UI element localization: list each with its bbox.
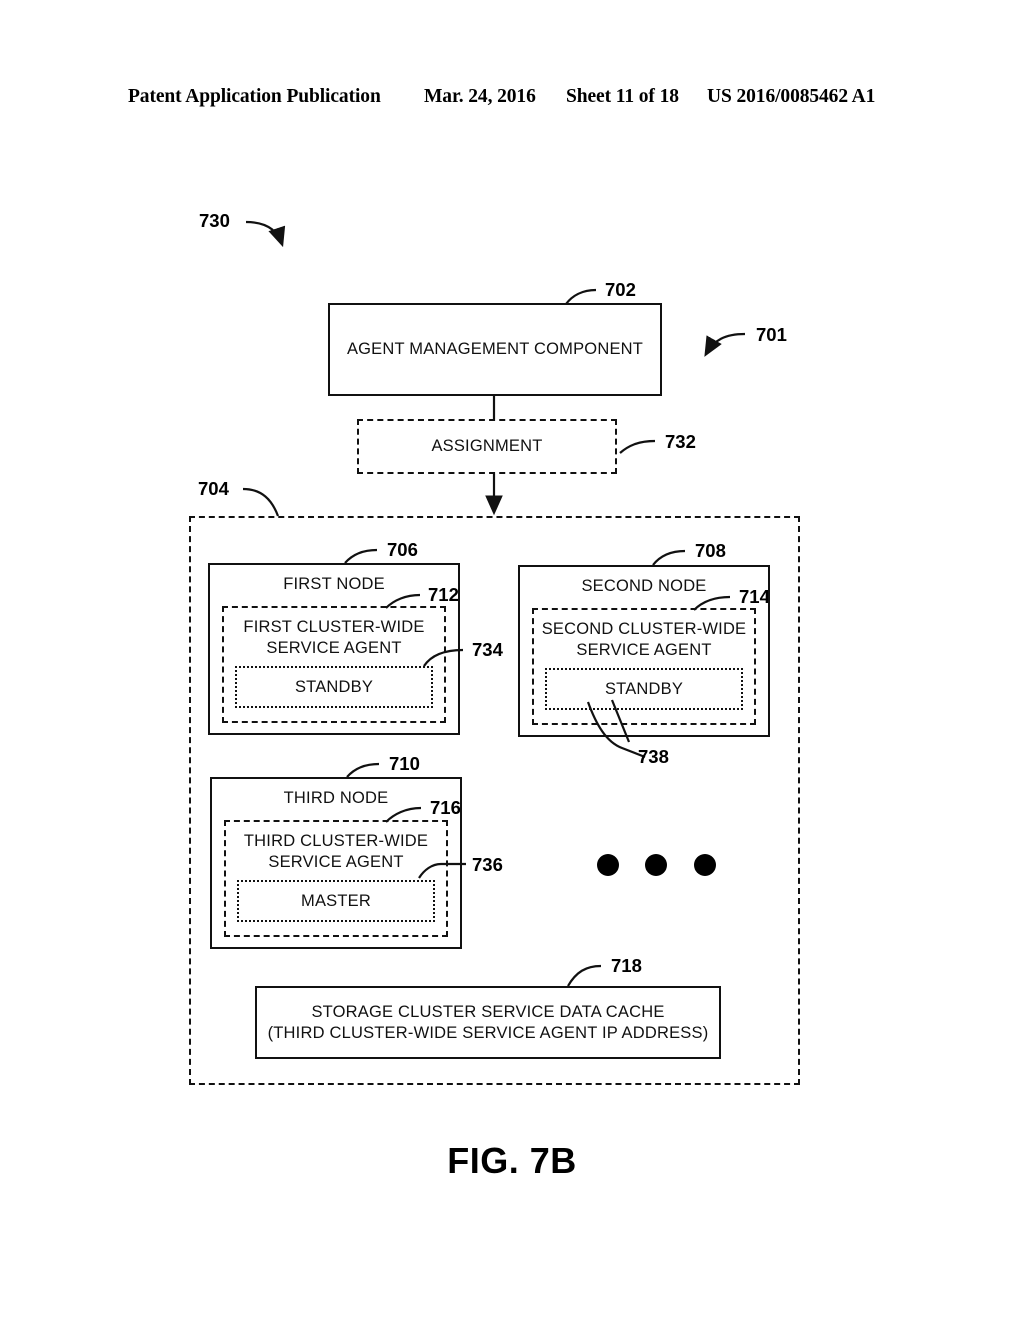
ref-701: 701 <box>756 324 787 345</box>
third-node-title: THIRD NODE <box>283 789 389 807</box>
header-date: Mar. 24, 2016 <box>424 86 536 107</box>
ellipsis-dot-2 <box>645 854 667 876</box>
first-node-title: FIRST NODE <box>283 575 385 593</box>
leader-702 <box>565 288 597 305</box>
ref-732: 732 <box>665 431 696 452</box>
second-node-state-box: STANDBY <box>545 668 743 710</box>
first-node-state-box: STANDBY <box>235 666 433 708</box>
third-cluster-wide-service-agent-label: THIRD CLUSTER-WIDE SERVICE AGENT <box>243 832 429 871</box>
second-node-state-label: STANDBY <box>604 679 684 698</box>
third-node-state-box: MASTER <box>237 880 435 922</box>
assignment-label: ASSIGNMENT <box>431 437 543 456</box>
ellipsis-dot-3 <box>694 854 716 876</box>
figure-caption: FIG. 7B <box>447 1140 577 1181</box>
first-cluster-wide-service-agent-label: FIRST CLUSTER-WIDE SERVICE AGENT <box>243 618 425 657</box>
leader-704 <box>242 487 280 517</box>
patent-drawing-page: Patent Application Publication Mar. 24, … <box>0 0 1024 1320</box>
leader-701 <box>704 332 746 357</box>
storage-cluster-service-data-cache-box: STORAGE CLUSTER SERVICE DATA CACHE (THIR… <box>255 986 721 1059</box>
third-node-state-label: MASTER <box>301 891 371 910</box>
ellipsis-dot-1 <box>597 854 619 876</box>
header-patent-number: US 2016/0085462 A1 <box>707 86 876 107</box>
agent-management-component-box: AGENT MANAGEMENT COMPONENT <box>328 303 662 396</box>
leader-732 <box>619 439 656 454</box>
assignment-box: ASSIGNMENT <box>357 419 617 474</box>
ref-704: 704 <box>198 478 229 499</box>
leader-730 <box>245 220 286 248</box>
ref-702: 702 <box>605 279 636 300</box>
header-publication: Patent Application Publication <box>128 86 381 107</box>
second-node-title: SECOND NODE <box>581 577 707 595</box>
page-header: Patent Application Publication Mar. 24, … <box>0 86 1024 112</box>
storage-cluster-service-data-cache-label: STORAGE CLUSTER SERVICE DATA CACHE (THIR… <box>267 1002 709 1042</box>
agent-management-component-label: AGENT MANAGEMENT COMPONENT <box>346 340 644 359</box>
header-sheet: Sheet 11 of 18 <box>566 86 679 107</box>
ref-730: 730 <box>199 210 230 231</box>
first-node-state-label: STANDBY <box>294 677 374 696</box>
second-cluster-wide-service-agent-label: SECOND CLUSTER-WIDE SERVICE AGENT <box>541 620 747 659</box>
